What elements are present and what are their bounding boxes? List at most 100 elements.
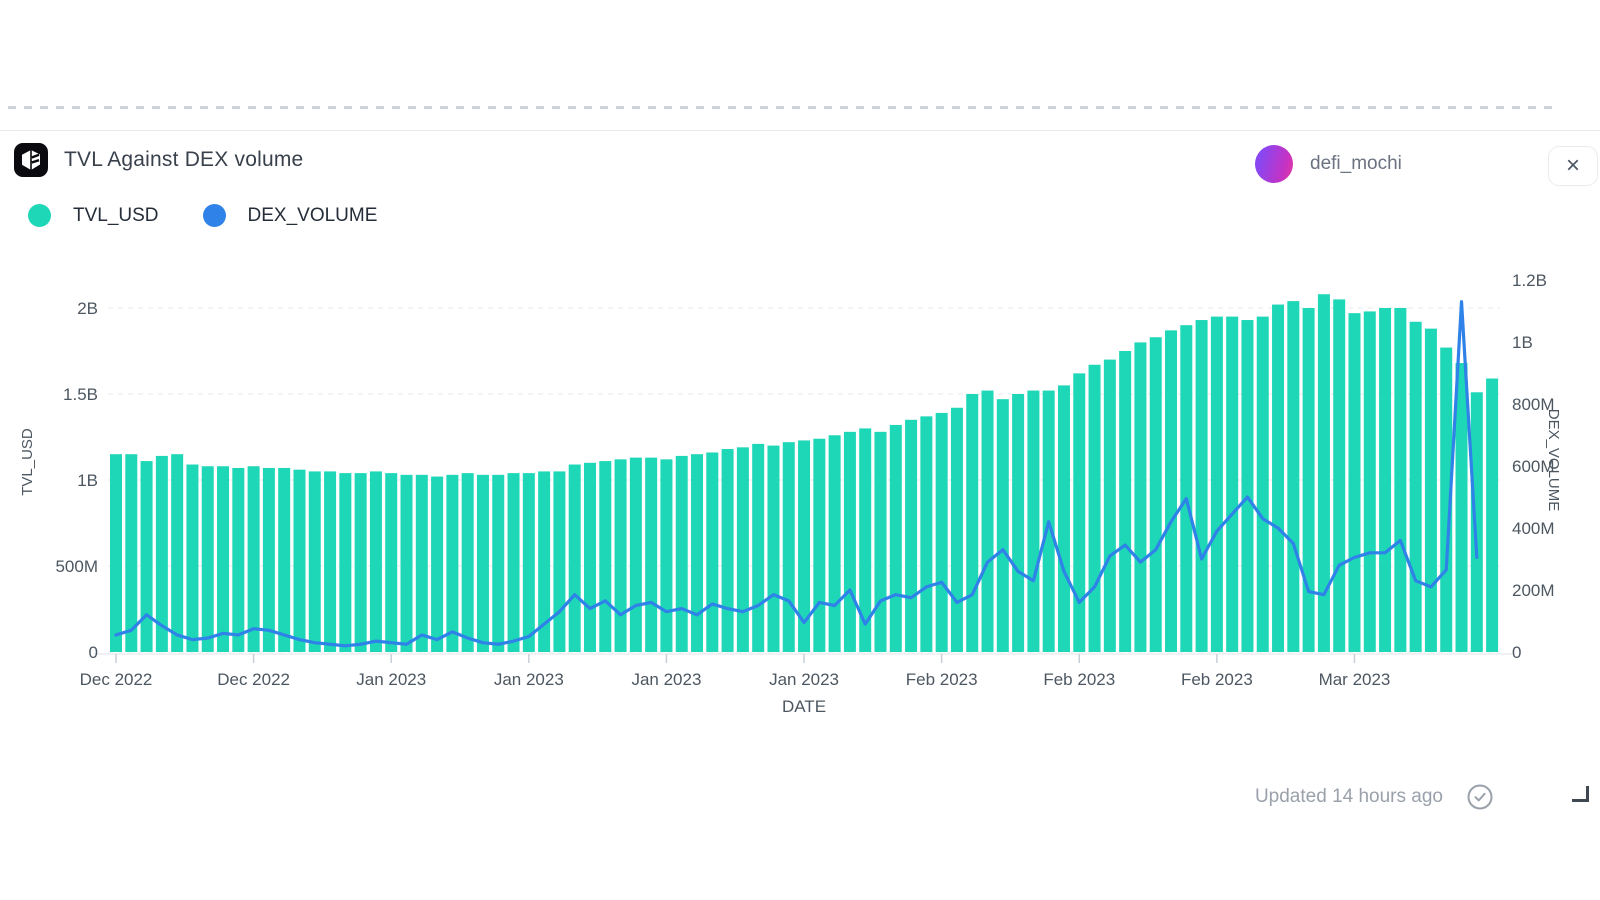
- tvl-bar[interactable]: [1012, 394, 1025, 652]
- tvl-bar[interactable]: [171, 454, 184, 652]
- tvl-bar[interactable]: [324, 471, 337, 652]
- tvl-bar[interactable]: [415, 474, 428, 652]
- x-tick-label: Jan 2023: [356, 670, 426, 689]
- tvl-bar[interactable]: [1256, 316, 1269, 652]
- tvl-bar[interactable]: [874, 431, 887, 652]
- tvl-bar[interactable]: [1195, 320, 1208, 652]
- tvl-bar[interactable]: [950, 407, 963, 652]
- tvl-bar[interactable]: [996, 399, 1009, 652]
- tvl-bar[interactable]: [262, 467, 275, 652]
- tvl-bar[interactable]: [125, 454, 138, 652]
- tvl-bar[interactable]: [522, 473, 535, 652]
- y-right-axis-title: DEX_VOLUME: [1545, 409, 1562, 512]
- tvl-bar[interactable]: [1057, 385, 1070, 652]
- tvl-bar[interactable]: [721, 449, 734, 652]
- tvl-bar[interactable]: [278, 467, 291, 652]
- tvl-bar[interactable]: [966, 394, 979, 652]
- x-tick-label: Jan 2023: [631, 670, 701, 689]
- tvl-bar[interactable]: [675, 455, 688, 652]
- tvl-bar[interactable]: [217, 466, 230, 652]
- tvl-bar[interactable]: [660, 459, 673, 652]
- tvl-bar[interactable]: [1486, 378, 1499, 652]
- tvl-bar[interactable]: [1103, 359, 1116, 652]
- tvl-bar[interactable]: [905, 419, 918, 652]
- tvl-bar[interactable]: [1073, 373, 1086, 652]
- tvl-bar[interactable]: [431, 476, 444, 652]
- tvl-bar[interactable]: [1394, 308, 1407, 652]
- tvl-bar[interactable]: [736, 447, 749, 652]
- tvl-bar[interactable]: [110, 454, 122, 652]
- tvl-bar[interactable]: [400, 474, 413, 652]
- tvl-bar[interactable]: [1027, 390, 1040, 652]
- tvl-bar[interactable]: [1134, 342, 1147, 652]
- tvl-bar[interactable]: [1272, 304, 1285, 652]
- x-tick-label: Feb 2023: [1043, 670, 1115, 689]
- x-axis-title: DATE: [782, 697, 826, 716]
- combo-chart-plot[interactable]: Dec 2022 Dec 2022 Jan 2023 Jan 2023 Jan 2023…: [0, 0, 1600, 730]
- tvl-bar[interactable]: [843, 431, 856, 652]
- tvl-bar[interactable]: [828, 435, 841, 652]
- tvl-bar[interactable]: [492, 474, 505, 652]
- tvl-bar[interactable]: [813, 438, 826, 652]
- tvl-bar[interactable]: [1119, 351, 1132, 652]
- tvl-bar[interactable]: [553, 471, 566, 652]
- tvl-bar[interactable]: [1379, 308, 1392, 652]
- tvl-bar[interactable]: [1165, 330, 1178, 652]
- tvl-bar[interactable]: [645, 457, 658, 652]
- tvl-bar[interactable]: [981, 390, 994, 652]
- tvl-bar[interactable]: [583, 462, 596, 652]
- tvl-bar[interactable]: [1333, 299, 1346, 652]
- tvl-bar[interactable]: [1149, 337, 1162, 652]
- tvl-bar[interactable]: [1180, 325, 1193, 652]
- tvl-bar[interactable]: [476, 474, 489, 652]
- tvl-bar[interactable]: [1287, 301, 1300, 652]
- tvl-bar[interactable]: [1455, 363, 1468, 652]
- tvl-bar[interactable]: [614, 459, 627, 652]
- tvl-bar[interactable]: [1241, 320, 1254, 652]
- y-right-tick-label: 1.2B: [1512, 271, 1547, 290]
- tvl-bar[interactable]: [1470, 392, 1483, 652]
- tvl-bar[interactable]: [889, 424, 902, 652]
- tvl-bar[interactable]: [706, 452, 719, 652]
- tvl-bar[interactable]: [446, 474, 459, 652]
- tvl-bar[interactable]: [201, 466, 214, 652]
- tvl-bar[interactable]: [1424, 328, 1437, 652]
- tvl-bar[interactable]: [1363, 311, 1376, 652]
- tvl-bar[interactable]: [232, 467, 245, 652]
- tvl-bar[interactable]: [629, 457, 642, 652]
- tvl-bar[interactable]: [1088, 364, 1101, 652]
- tvl-bar[interactable]: [568, 464, 581, 652]
- tvl-bar[interactable]: [507, 473, 520, 652]
- updated-status-text: Updated 14 hours ago: [1254, 786, 1443, 807]
- tvl-bar[interactable]: [1210, 316, 1223, 652]
- tvl-bar[interactable]: [354, 473, 367, 652]
- tvl-bar[interactable]: [767, 445, 780, 652]
- tvl-bar[interactable]: [140, 461, 153, 652]
- tvl-bar[interactable]: [247, 466, 260, 652]
- tvl-bar[interactable]: [935, 412, 948, 652]
- tvl-bar[interactable]: [293, 469, 306, 652]
- tvl-bar[interactable]: [369, 471, 382, 652]
- resize-corner-handle-icon[interactable]: [1572, 786, 1589, 802]
- tvl-bar[interactable]: [691, 454, 704, 652]
- tvl-bar[interactable]: [339, 473, 352, 652]
- y-left-tick-label: 2B: [77, 299, 98, 318]
- tvl-bar[interactable]: [1317, 294, 1330, 652]
- y-left-tick-label: 0: [89, 643, 98, 662]
- tvl-bar[interactable]: [599, 461, 612, 652]
- tvl-bar[interactable]: [782, 442, 795, 652]
- x-tick-label: Jan 2023: [494, 670, 564, 689]
- tvl-bar[interactable]: [920, 416, 933, 652]
- tvl-bar[interactable]: [752, 443, 765, 652]
- tvl-bar[interactable]: [308, 471, 321, 652]
- tvl-bar[interactable]: [385, 473, 398, 652]
- tvl-bar[interactable]: [186, 464, 199, 652]
- tvl-bar[interactable]: [1348, 313, 1361, 652]
- tvl-bar[interactable]: [461, 473, 474, 652]
- y-right-tick-label: 200M: [1512, 581, 1555, 600]
- y-left-axis-title: TVL_USD: [19, 428, 36, 496]
- tvl-bar[interactable]: [1302, 308, 1315, 652]
- tvl-bar[interactable]: [1409, 321, 1422, 652]
- x-tick-label: Dec 2022: [80, 670, 153, 689]
- tvl-bar[interactable]: [1226, 316, 1239, 652]
